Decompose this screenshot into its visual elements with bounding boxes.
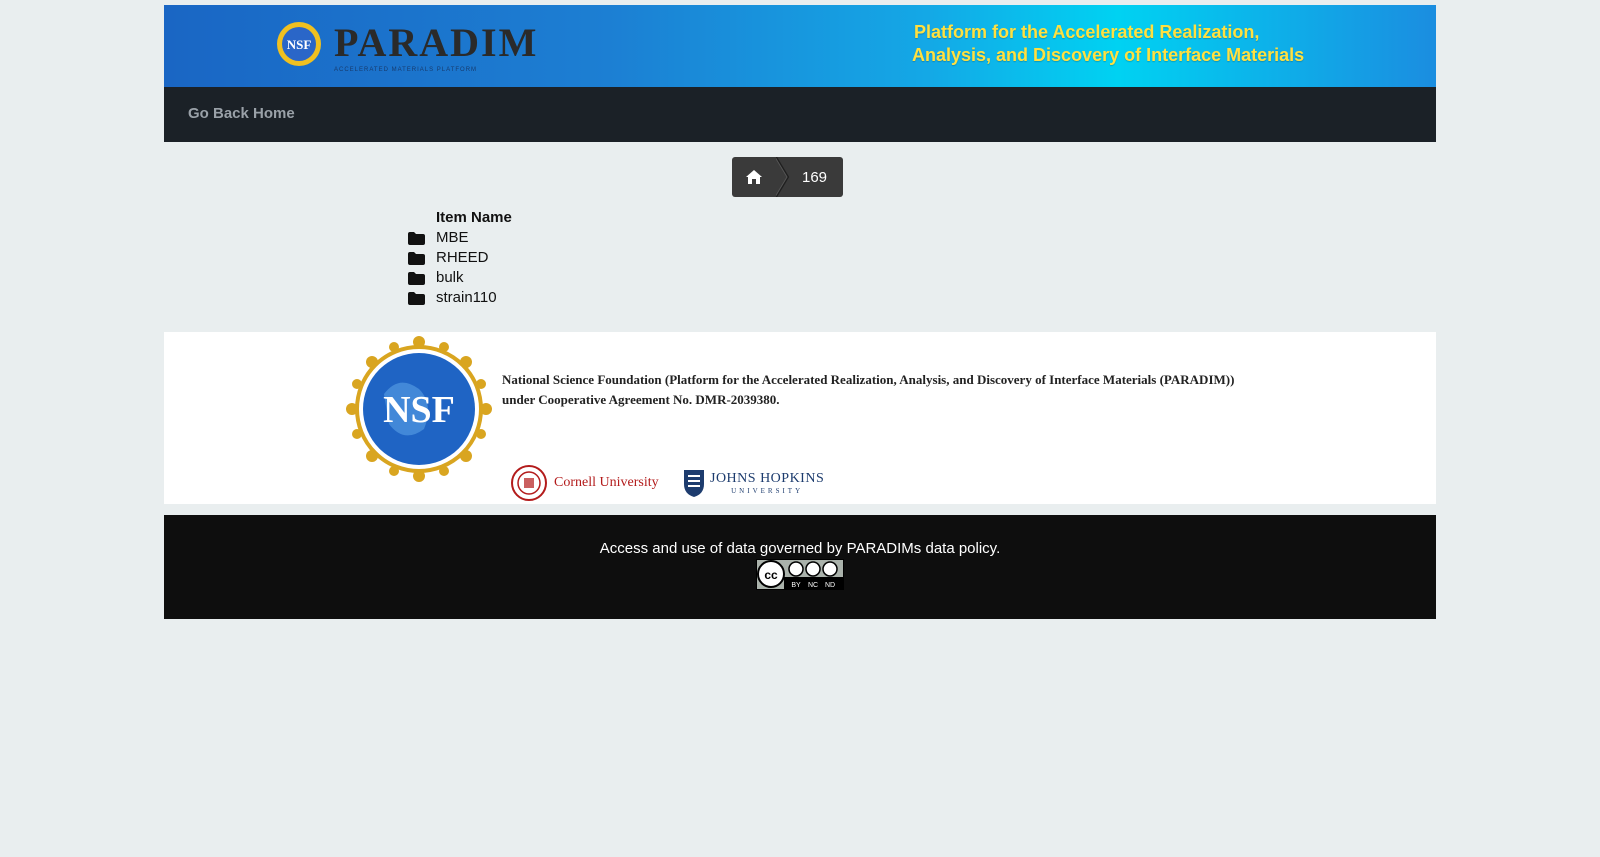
tagline-line2: Analysis, and Discovery of Interface Mat… <box>912 45 1305 65</box>
breadcrumb-current: 169 <box>802 168 828 186</box>
paradim-logo: PARADIM <box>334 20 539 65</box>
folder-icon <box>408 231 436 245</box>
nsf-logo-small: NSF <box>274 19 324 74</box>
svg-text:NSF: NSF <box>383 389 455 431</box>
item-listing: Item Name MBE RHEED bulk strain110 <box>408 208 512 308</box>
svg-text:ND: ND <box>825 582 835 589</box>
folder-icon <box>408 271 436 285</box>
breadcrumb: 169 <box>732 157 844 197</box>
cornell-name: Cornell University <box>554 475 659 490</box>
list-item-label[interactable]: MBE <box>436 228 469 248</box>
navbar: Go Back Home <box>164 87 1436 142</box>
header-banner: NSF PARADIM ACCELERATED MATERIALS PLATFO… <box>164 5 1436 87</box>
cc-by-nc-nd-badge[interactable]: cc BY NC ND <box>756 559 844 595</box>
footer: Access and use of data governed by PARAD… <box>164 515 1436 619</box>
breadcrumb-separator <box>776 157 790 197</box>
list-item[interactable]: RHEED <box>408 248 512 268</box>
cornell-logo: Cornell University <box>510 464 659 502</box>
list-item-label[interactable]: bulk <box>436 268 464 288</box>
svg-text:cc: cc <box>764 568 778 582</box>
list-item[interactable]: strain110 <box>408 288 512 308</box>
jhu-sub: UNIVERSITY <box>731 487 804 495</box>
paradim-logo-sub: ACCELERATED MATERIALS PLATFORM <box>334 67 478 73</box>
tagline-line1: Platform for the Accelerated Realization… <box>914 22 1260 42</box>
funding-acknowledgement: NSF National Science Foundation (Platfor… <box>164 332 1436 504</box>
svg-text:NC: NC <box>808 582 818 589</box>
nsf-seal: NSF <box>344 334 494 489</box>
list-item-label[interactable]: RHEED <box>436 248 489 268</box>
data-policy-text[interactable]: Access and use of data governed by PARAD… <box>164 540 1436 557</box>
list-item[interactable]: bulk <box>408 268 512 288</box>
svg-text:NSF: NSF <box>287 37 312 52</box>
list-item-label[interactable]: strain110 <box>436 288 497 308</box>
list-item[interactable]: MBE <box>408 228 512 248</box>
breadcrumb-home[interactable] <box>732 157 776 197</box>
funding-line2: under Cooperative Agreement No. DMR-2039… <box>502 392 780 407</box>
banner-tagline: Platform for the Accelerated Realization… <box>912 21 1305 67</box>
funding-text: National Science Foundation (Platform fo… <box>502 370 1234 410</box>
jhu-name: JOHNS HOPKINS <box>710 471 825 486</box>
funding-line1: National Science Foundation (Platform fo… <box>502 372 1235 387</box>
folder-icon <box>408 251 436 265</box>
go-back-home-link[interactable]: Go Back Home <box>188 105 295 122</box>
jhu-logo: JOHNS HOPKINS UNIVERSITY <box>682 468 824 498</box>
column-header-item-name: Item Name <box>436 209 512 226</box>
folder-icon <box>408 291 436 305</box>
home-icon <box>746 170 762 184</box>
svg-text:BY: BY <box>791 582 801 589</box>
